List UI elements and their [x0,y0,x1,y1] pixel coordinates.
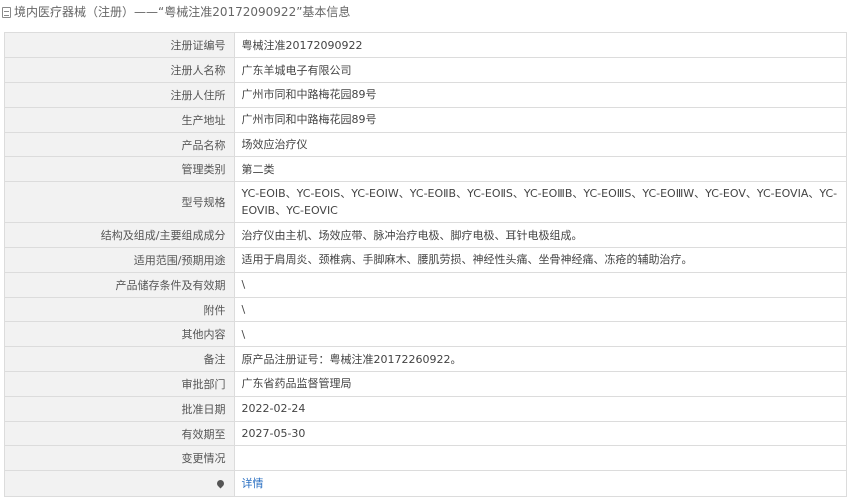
table-row: 注册证编号 粤械注准20172090922 [5,33,846,58]
table-row: 其他内容 \ [5,321,846,347]
table-row: 审批部门 广东省药品监督管理局 [5,371,846,397]
table-row: 型号规格 YC-EOⅠB、YC-EOⅠS、YC-EOⅠW、YC-EOⅡB、YC-… [5,181,846,223]
row-label: 产品名称 [5,131,235,157]
row-value: 2027-05-30 [234,420,846,446]
row-label: 附件 [5,296,235,322]
row-label: 有效期至 [5,420,235,446]
table-row: 变更情况 [5,445,846,471]
row-label: 注册人名称 [5,57,235,83]
row-label: 型号规格 [5,181,235,223]
row-value: 2022-02-24 [234,395,846,422]
table-row: 结构及组成/主要组成成分 治疗仪由主机、场效应带、脉冲治疗电极、脚疗电极、耳针电… [5,222,846,248]
row-label: 备注 [5,346,235,372]
table-row: 注册人名称 广东羊城电子有限公司 [5,57,846,83]
row-label: 管理类别 [5,156,235,182]
row-value: 治疗仪由主机、场效应带、脉冲治疗电极、脚疗电极、耳针电极组成。 [234,222,846,248]
detail-row-value: 详情 [234,470,846,496]
row-value: 第二类 [234,156,846,182]
map-pin-icon [215,478,225,489]
table-row: 产品储存条件及有效期 \ [5,271,846,298]
table-row: 产品名称 场效应治疗仪 [5,131,846,157]
row-value: \ [234,296,846,322]
row-label: 变更情况 [5,445,235,471]
row-label: 适用范围/预期用途 [5,247,235,273]
page-title: 境内医疗器械（注册）——“粤械注准20172090922”基本信息 [14,5,351,19]
table-row-detail: 详情 [5,470,846,496]
page-header: 境内医疗器械（注册）——“粤械注准20172090922”基本信息 [0,0,850,24]
row-label: 其他内容 [5,321,235,347]
row-value: \ [234,271,846,298]
row-label: 注册证编号 [5,33,235,58]
detail-link[interactable]: 详情 [242,477,264,490]
detail-row-label [5,470,235,496]
table-row: 有效期至 2027-05-30 [5,420,846,446]
document-icon [2,6,11,18]
table-row: 批准日期 2022-02-24 [5,395,846,422]
row-value [234,445,846,471]
row-label: 结构及组成/主要组成成分 [5,222,235,248]
row-label: 批准日期 [5,395,235,422]
row-value: 场效应治疗仪 [234,131,846,157]
row-value: 适用于肩周炎、颈椎病、手脚麻木、腰肌劳损、神经性头痛、坐骨神经痛、冻疮的辅助治疗… [234,247,846,273]
row-value: 广东羊城电子有限公司 [234,57,846,83]
row-label: 产品储存条件及有效期 [5,271,235,298]
table-row: 管理类别 第二类 [5,156,846,182]
row-label: 注册人住所 [5,82,235,108]
info-panel: 注册证编号 粤械注准20172090922 注册人名称 广东羊城电子有限公司 注… [4,32,847,497]
table-row: 适用范围/预期用途 适用于肩周炎、颈椎病、手脚麻木、腰肌劳损、神经性头痛、坐骨神… [5,247,846,273]
row-value: \ [234,321,846,347]
table-row: 备注 原产品注册证号：粤械注准20172260922。 [5,346,846,372]
table-row: 附件 \ [5,296,846,322]
row-label: 生产地址 [5,106,235,133]
row-value: 广州市同和中路梅花园89号 [234,82,846,108]
row-value: 原产品注册证号：粤械注准20172260922。 [234,346,846,372]
row-value: 粤械注准20172090922 [241,38,363,52]
row-value: 广州市同和中路梅花园89号 [234,106,846,133]
row-label: 审批部门 [5,371,235,397]
row-value: 广东省药品监督管理局 [234,371,846,397]
row-value: YC-EOⅠB、YC-EOⅠS、YC-EOⅠW、YC-EOⅡB、YC-EOⅡS、… [234,181,846,223]
info-table: 注册证编号 粤械注准20172090922 注册人名称 广东羊城电子有限公司 注… [5,33,846,496]
table-row: 注册人住所 广州市同和中路梅花园89号 [5,82,846,108]
table-row: 生产地址 广州市同和中路梅花园89号 [5,106,846,133]
